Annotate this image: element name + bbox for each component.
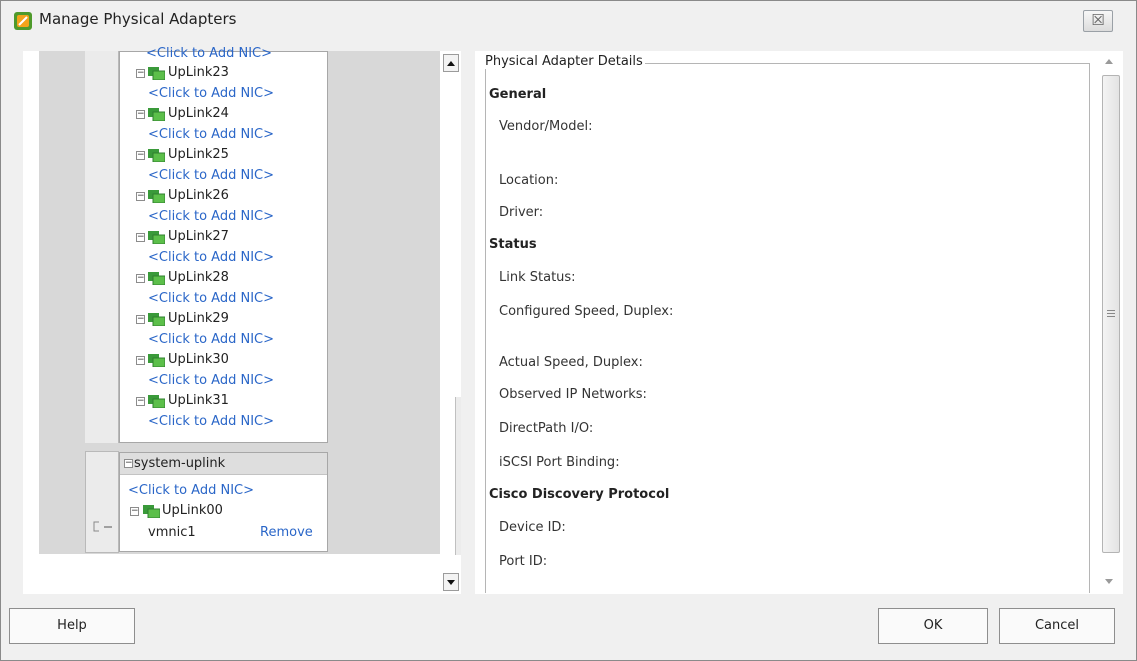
details-legend: Physical Adapter Details [483, 54, 645, 69]
add-nic-link[interactable]: <Click to Add NIC> [148, 414, 274, 432]
cdp-heading: Cisco Discovery Protocol [489, 487, 670, 502]
uplink-name[interactable]: UpLink30 [168, 352, 229, 370]
status-heading: Status [489, 237, 537, 252]
observed-ip-label: Observed IP Networks: [499, 387, 647, 402]
add-nic-link[interactable]: <Click to Add NIC> [148, 332, 274, 350]
cancel-button[interactable]: Cancel [999, 608, 1115, 644]
arrow-up-icon [1105, 59, 1113, 64]
tree-gutter-system [85, 451, 119, 553]
driver-label: Driver: [499, 205, 544, 220]
uplink-label: UpLink00 [162, 503, 223, 518]
port-id-label: Port ID: [499, 554, 548, 569]
system-uplink-label: system-uplink [134, 456, 226, 471]
title-bar: Manage Physical Adapters ☒ [1, 1, 1136, 39]
nic-icon [148, 272, 165, 285]
iscsi-label: iSCSI Port Binding: [499, 455, 620, 470]
nic-name: vmnic1 [148, 525, 196, 540]
close-button[interactable]: ☒ [1083, 10, 1113, 32]
connector-icon [93, 521, 112, 532]
uplink-name[interactable]: UpLink23 [168, 65, 229, 83]
uplink-name[interactable]: UpLink25 [168, 147, 229, 165]
details-scroll-thumb[interactable] [1102, 75, 1120, 553]
uplink-name[interactable]: UpLink27 [168, 229, 229, 247]
dialog-content: <Click to Add NIC> − UpLink23 <Click to Ad… [23, 46, 1123, 594]
vendor-model-label: Vendor/Model: [499, 119, 593, 134]
help-button[interactable]: Help [9, 608, 135, 644]
add-nic-link[interactable]: <Click to Add NIC> [148, 291, 274, 309]
nic-icon [148, 149, 165, 162]
uplink-name[interactable]: UpLink26 [168, 188, 229, 206]
details-groupbox [485, 63, 1090, 593]
ok-button[interactable]: OK [878, 608, 988, 644]
device-id-label: Device ID: [499, 520, 566, 535]
collapse-icon[interactable]: − [136, 192, 145, 201]
collapse-icon[interactable]: − [124, 459, 133, 468]
nic-icon [148, 395, 165, 408]
manage-physical-adapters-dialog: Manage Physical Adapters ☒ <Click to Add… [0, 0, 1137, 661]
link-status-label: Link Status: [499, 270, 576, 285]
uplink-name[interactable]: UpLink31 [168, 393, 229, 411]
scroll-up-button[interactable] [443, 54, 459, 72]
collapse-icon[interactable]: − [130, 507, 139, 516]
nic-icon [148, 108, 165, 121]
collapse-icon[interactable]: − [136, 69, 145, 78]
collapse-icon[interactable]: − [136, 397, 145, 406]
system-uplink-group: − system-uplink <Click to Add NIC> − UpL… [119, 452, 328, 552]
add-nic-link[interactable]: <Click to Add NIC> [148, 86, 274, 104]
remove-link[interactable]: Remove [260, 525, 313, 543]
window-title: Manage Physical Adapters [39, 10, 237, 28]
add-nic-link[interactable]: <Click to Add NIC> [148, 209, 274, 227]
nic-icon [148, 67, 165, 80]
nic-icon [148, 231, 165, 244]
nic-icon [143, 505, 160, 518]
add-nic-link[interactable]: <Click to Add NIC> [128, 483, 254, 501]
nic-icon [148, 313, 165, 326]
collapse-icon[interactable]: − [136, 356, 145, 365]
collapse-icon[interactable]: − [136, 233, 145, 242]
collapse-icon[interactable]: − [136, 110, 145, 119]
uplink-name[interactable]: UpLink28 [168, 270, 229, 288]
vsphere-app-icon [14, 12, 32, 30]
collapse-icon[interactable]: − [136, 315, 145, 324]
general-heading: General [489, 87, 547, 102]
uplink-name[interactable]: UpLink29 [168, 311, 229, 329]
collapse-icon[interactable]: − [136, 274, 145, 283]
scroll-down-button[interactable] [443, 573, 459, 591]
system-uplink-header[interactable]: − system-uplink [120, 453, 327, 475]
add-nic-link[interactable]: <Click to Add NIC> [148, 127, 274, 145]
close-icon: ☒ [1091, 11, 1105, 29]
actual-speed-label: Actual Speed, Duplex: [499, 355, 643, 370]
nic-icon [148, 190, 165, 203]
add-nic-link[interactable]: <Click to Add NIC> [148, 373, 274, 391]
arrow-up-icon [447, 61, 455, 66]
nic-icon [148, 354, 165, 367]
configured-speed-label: Configured Speed, Duplex: [499, 304, 674, 319]
add-nic-link-partial[interactable]: <Click to Add NIC> [146, 46, 272, 64]
adapter-details-panel: Physical Adapter Details General Vendor/… [475, 51, 1123, 594]
panel-divider[interactable] [461, 51, 475, 594]
directpath-label: DirectPath I/O: [499, 421, 594, 436]
arrow-down-icon [1105, 579, 1113, 584]
uplink-name[interactable]: UpLink24 [168, 106, 229, 124]
uplink-group-list: <Click to Add NIC> − UpLink23 <Click to Ad… [119, 46, 328, 443]
location-label: Location: [499, 173, 559, 188]
add-nic-link[interactable]: <Click to Add NIC> [148, 250, 274, 268]
collapse-icon[interactable]: − [136, 151, 145, 160]
tree-gutter [85, 51, 119, 443]
arrow-down-icon [447, 580, 455, 585]
add-nic-link[interactable]: <Click to Add NIC> [148, 168, 274, 186]
